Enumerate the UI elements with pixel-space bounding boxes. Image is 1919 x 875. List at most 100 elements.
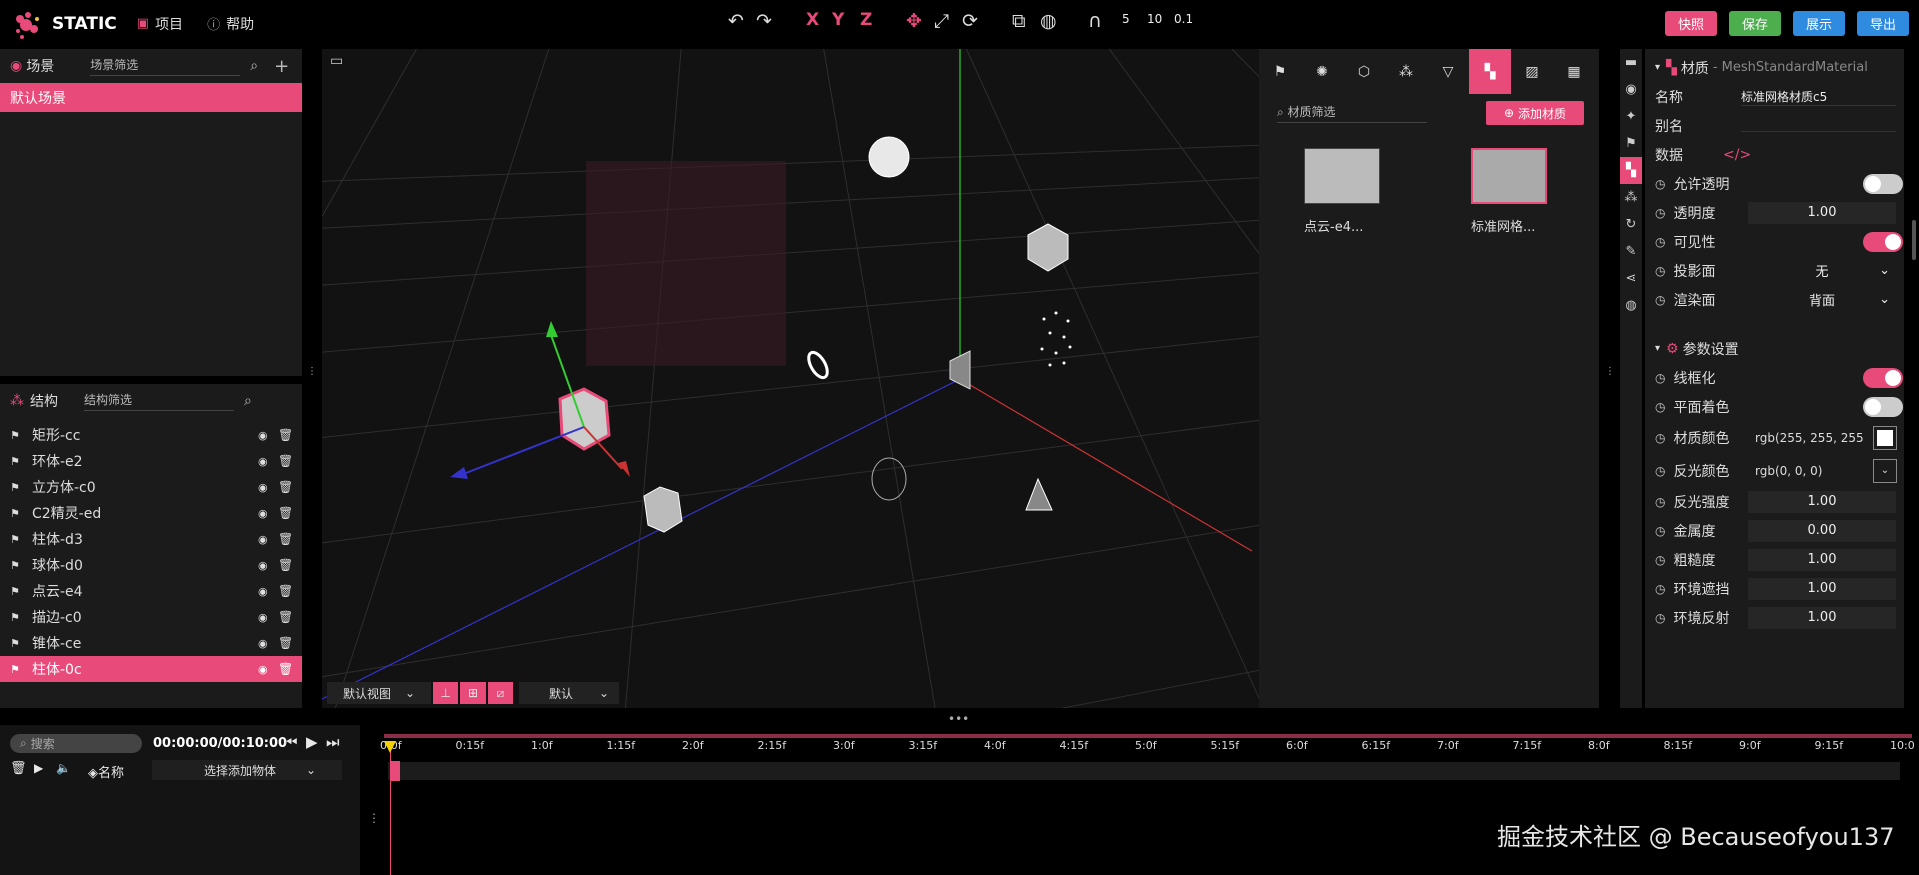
add-object-select[interactable]: 选择添加物体 ⌄	[152, 760, 342, 780]
keyframe-icon[interactable]: ◷	[1655, 264, 1665, 278]
tree-item[interactable]: ⚑ C2精灵-ed ◉ 🗑	[0, 500, 302, 526]
animation-icon[interactable]: ↻	[1620, 211, 1642, 238]
color-swatch[interactable]	[1873, 425, 1897, 450]
play-track-icon[interactable]: ▶	[34, 761, 43, 775]
share-icon[interactable]: ⋖	[1620, 265, 1642, 292]
trash-icon[interactable]: 🗑	[278, 532, 293, 546]
tree-item[interactable]: ⚑ 环体-e2 ◉ 🗑	[0, 448, 302, 474]
trash-icon[interactable]: 🗑	[278, 636, 293, 650]
menu-help[interactable]: ⓘ 帮助	[207, 14, 254, 34]
snap-rotate[interactable]: 10	[1147, 12, 1162, 26]
roughness-input[interactable]: 1.00	[1748, 548, 1896, 571]
timeline-search-input[interactable]: ⌕ 搜索	[10, 734, 142, 753]
trash-icon[interactable]: 🗑	[278, 506, 293, 520]
eye-icon[interactable]: ◉	[258, 637, 268, 650]
tab-geometry[interactable]: ⚑	[1259, 49, 1301, 94]
eye-icon[interactable]: ◉	[258, 663, 268, 676]
shadow-side-select[interactable]: 无 ⌄	[1748, 260, 1896, 282]
trash-icon[interactable]: 🗑	[278, 558, 293, 572]
emissive-value[interactable]: rgb(0, 0, 0)	[1755, 464, 1822, 478]
skip-start-icon[interactable]: ⏮	[284, 733, 298, 751]
tree-item[interactable]: ⚑ 锥体-ce ◉ 🗑	[0, 630, 302, 656]
transparent-toggle[interactable]	[1863, 173, 1903, 194]
visible-toggle[interactable]	[1863, 231, 1903, 252]
params-section-header[interactable]: ▾ ⚙ 参数设置	[1645, 334, 1904, 363]
selected-cylinder-mesh[interactable]	[558, 387, 611, 451]
trash-icon[interactable]: 🗑	[278, 428, 293, 442]
cube-mesh[interactable]	[1027, 223, 1069, 272]
material-section-header[interactable]: ▾ ▚ 材质 - MeshStandardMaterial	[1645, 53, 1904, 82]
keyframe-icon[interactable]: ◷	[1655, 177, 1665, 191]
wireframe-toggle[interactable]	[1863, 367, 1903, 388]
save-button[interactable]: 保存	[1729, 11, 1781, 36]
track-keyframe[interactable]	[390, 761, 400, 781]
sphere-mesh[interactable]	[868, 136, 910, 178]
emissive-swatch[interactable]: ⌄	[1873, 458, 1897, 483]
gizmo-y-arrow-icon[interactable]	[546, 321, 558, 337]
right-resize-handle[interactable]: ⋮	[1605, 366, 1615, 388]
color-value[interactable]: rgb(255, 255, 255	[1755, 431, 1864, 445]
snap-translate[interactable]: 5	[1122, 12, 1130, 26]
name-field[interactable]: 标准网格材质c5	[1741, 88, 1896, 106]
globe-icon[interactable]: ◍	[1040, 10, 1057, 32]
view-select[interactable]: 默认视图 ⌄	[327, 682, 431, 704]
audio-icon[interactable]: 🔈	[56, 761, 71, 775]
search-icon[interactable]: ⌕	[250, 58, 258, 74]
search-icon[interactable]: ⌕	[244, 393, 252, 409]
playhead-line[interactable]	[390, 746, 391, 875]
keyframe-icon[interactable]: ◷	[1655, 495, 1665, 509]
render-side-select[interactable]: 背面 ⌄	[1748, 289, 1896, 311]
keyframe-icon[interactable]: ◷	[1655, 464, 1665, 478]
trash-icon[interactable]: 🗑	[278, 480, 293, 494]
tab-texture[interactable]: ▨	[1511, 49, 1553, 94]
move-icon[interactable]: ✥	[906, 10, 922, 32]
scene-item-default[interactable]: 默认场景	[0, 83, 302, 112]
eye-icon[interactable]: ◉	[258, 429, 268, 442]
z-axis-icon[interactable]: Z	[860, 10, 872, 30]
left-resize-handle[interactable]: ⋮	[307, 366, 317, 388]
opacity-input[interactable]: 1.00	[1748, 201, 1896, 224]
trash-icon[interactable]: 🗑	[278, 584, 293, 598]
keyframe-icon[interactable]: ◷	[1655, 611, 1665, 625]
tab-model[interactable]: ⬡	[1343, 49, 1385, 94]
timeline-resize-handle[interactable]: •••	[948, 712, 969, 726]
tab-particles[interactable]: ⁂	[1385, 49, 1427, 94]
object-icon[interactable]: ⚑	[1620, 130, 1642, 157]
rotate-icon[interactable]: ⟳	[962, 10, 978, 32]
gizmo-z-axis[interactable]	[465, 426, 585, 474]
3d-viewport[interactable]: ▭ 默认视图 ⌄ ⊥ ⊞ ⧄ 默认 ⌄	[322, 49, 1259, 708]
tree-item[interactable]: ⚑ 点云-e4 ◉ 🗑	[0, 578, 302, 604]
torus-mesh[interactable]	[805, 349, 831, 380]
helper-toggle-icon[interactable]: ⧄	[487, 682, 513, 704]
tab-material[interactable]: ▚	[1469, 49, 1511, 94]
light-icon[interactable]: ✦	[1620, 103, 1642, 130]
clone-icon[interactable]: ⧉	[1012, 10, 1026, 32]
timeline-resize-handle-vertical[interactable]: ⋮	[368, 811, 380, 825]
scene-filter-input[interactable]: 场景筛选	[90, 56, 241, 76]
viewport-settings-icon[interactable]: ▭	[330, 53, 343, 69]
play-icon[interactable]: ▶	[306, 733, 318, 751]
grid-toggle-icon[interactable]: ⊞	[460, 682, 486, 704]
environment-icon[interactable]: ◉	[1620, 76, 1642, 103]
scene-settings-icon[interactable]: ▬	[1620, 49, 1642, 76]
menu-project[interactable]: ▣ 项目	[137, 14, 183, 34]
eye-icon[interactable]: ◉	[258, 455, 268, 468]
gizmo-z-arrow-icon[interactable]	[450, 467, 468, 479]
trash-icon[interactable]: 🗑	[278, 454, 293, 468]
redo-icon[interactable]: ↷	[756, 10, 772, 32]
material-thumb-standard[interactable]	[1471, 148, 1547, 204]
cylinder-mesh[interactable]	[871, 457, 907, 501]
emissive-intensity-input[interactable]: 1.00	[1748, 490, 1896, 513]
keyframe-icon[interactable]: ◷	[1655, 431, 1665, 445]
scale-icon[interactable]: ⤢	[934, 10, 949, 32]
eye-icon[interactable]: ◉	[258, 559, 268, 572]
keyframe-icon[interactable]: ◷	[1655, 400, 1665, 414]
ao-input[interactable]: 1.00	[1748, 577, 1896, 600]
magnet-icon[interactable]: ∩	[1088, 10, 1102, 32]
snapshot-button[interactable]: 快照	[1665, 11, 1717, 36]
alias-field[interactable]	[1741, 131, 1896, 132]
tab-layout[interactable]: ▦	[1553, 49, 1595, 94]
env-input[interactable]: 1.00	[1748, 606, 1896, 629]
texture-icon[interactable]: ⁂	[1620, 184, 1642, 211]
tree-item[interactable]: ⚑ 柱体-0c ◉ 🗑	[0, 656, 302, 682]
